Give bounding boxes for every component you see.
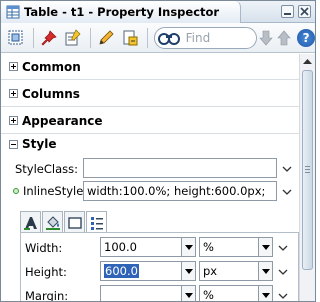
chevron-down-icon[interactable] [282, 164, 292, 174]
style-subtabs [20, 211, 108, 233]
tab-background[interactable] [42, 211, 63, 233]
dropdown-arrow-icon [261, 244, 270, 250]
margin-unit-dropdown-button[interactable] [259, 285, 273, 301]
chevron-down-icon[interactable] [282, 187, 292, 197]
section-label: Common [22, 59, 81, 74]
table-icon [6, 5, 20, 19]
pin-icon [41, 29, 57, 45]
bind-button[interactable] [119, 27, 141, 49]
close-icon [300, 7, 309, 16]
panel-tab[interactable]: Table - t1 - Property Inspector [1, 1, 241, 23]
minimize-icon [284, 13, 291, 15]
width-input[interactable]: 100.0 [100, 237, 182, 257]
minimize-button[interactable] [281, 5, 294, 18]
width-unit-select[interactable]: % [199, 237, 259, 257]
arrow-up-icon [277, 30, 291, 45]
scroll-up-icon [303, 59, 312, 64]
chevron-down-icon[interactable] [278, 243, 288, 253]
scroll-up-button[interactable] [300, 54, 315, 69]
section-columns[interactable]: Columns [1, 81, 299, 107]
pin-button[interactable] [38, 27, 60, 49]
find-placeholder: Find [185, 30, 211, 45]
find-field[interactable]: Find [153, 26, 258, 49]
arrow-down-icon [259, 30, 273, 45]
margin-unit-select[interactable]: % [199, 285, 259, 301]
dropdown-arrow-icon [184, 292, 193, 298]
dropdown-arrow-icon [261, 268, 270, 274]
section-label: Style [22, 137, 57, 151]
height-label: Height: [25, 265, 67, 279]
grip-line [305, 169, 310, 170]
section-common[interactable]: Common [1, 54, 299, 80]
find-previous-button[interactable] [275, 27, 293, 49]
tab-box[interactable] [86, 211, 107, 233]
pencil-button[interactable] [95, 27, 117, 49]
refresh-icon [8, 30, 23, 44]
expand-icon [9, 62, 18, 71]
width-dropdown-button[interactable] [182, 237, 196, 257]
grip-line [305, 166, 310, 167]
height-input[interactable]: 600.0 [100, 261, 182, 281]
window-title: Table - t1 - Property Inspector [24, 5, 220, 19]
paint-bucket-icon [45, 215, 60, 230]
expand-icon [9, 89, 18, 98]
chevron-down-icon[interactable] [278, 291, 288, 301]
inlinestyle-field[interactable]: width:100.0%; height:600.0px; [83, 181, 277, 201]
dropdown-arrow-icon [261, 292, 270, 298]
pencil-icon [99, 29, 114, 45]
help-icon: ? [302, 30, 310, 45]
expand-icon [9, 116, 18, 125]
height-value-selected: 600.0 [104, 264, 139, 278]
title-bar: Table - t1 - Property Inspector [1, 1, 315, 23]
toolbar-separator [146, 27, 148, 48]
help-button[interactable]: ? [297, 28, 316, 47]
font-style-icon [23, 216, 37, 230]
height-unit-dropdown-button[interactable] [259, 261, 273, 281]
dropdown-arrow-icon [184, 244, 193, 250]
section-label: Appearance [22, 113, 103, 128]
inlinestyle-label: InlineStyle: [23, 184, 88, 198]
scrollbar-thumb[interactable] [302, 70, 313, 270]
styleclass-field[interactable] [83, 158, 277, 178]
styleclass-label: StyleClass: [15, 162, 79, 176]
margin-input[interactable] [100, 285, 182, 301]
section-label: Columns [22, 86, 80, 101]
edit-properties-button[interactable] [62, 27, 84, 49]
tab-font[interactable] [20, 211, 41, 233]
section-style[interactable]: Style [1, 131, 299, 157]
modified-indicator-icon [13, 188, 19, 194]
binoculars-icon [157, 32, 180, 45]
margin-label: Margin: [25, 289, 69, 301]
width-unit-dropdown-button[interactable] [259, 237, 273, 257]
height-dropdown-button[interactable] [182, 261, 196, 281]
toolbar: Find ? [1, 23, 316, 53]
collapse-icon [9, 139, 18, 149]
close-button[interactable] [298, 5, 311, 18]
grip-line [305, 172, 310, 173]
refresh-button[interactable] [5, 27, 27, 49]
width-label: Width: [25, 241, 63, 255]
find-next-button[interactable] [257, 27, 275, 49]
edit-icon [65, 28, 81, 45]
toolbar-separator [32, 27, 34, 48]
box-layout-icon [90, 216, 103, 230]
border-icon [67, 216, 82, 229]
margin-dropdown-button[interactable] [182, 285, 196, 301]
chevron-down-icon[interactable] [278, 267, 288, 277]
tab-border[interactable] [64, 211, 85, 233]
inspector-content: Common Columns Appearance Style StyleCla… [1, 54, 299, 301]
toolbar-separator [89, 27, 91, 48]
dropdown-arrow-icon [184, 268, 193, 274]
height-unit-select[interactable]: px [199, 261, 259, 281]
vertical-scrollbar[interactable] [299, 54, 315, 301]
bind-icon [123, 30, 138, 45]
